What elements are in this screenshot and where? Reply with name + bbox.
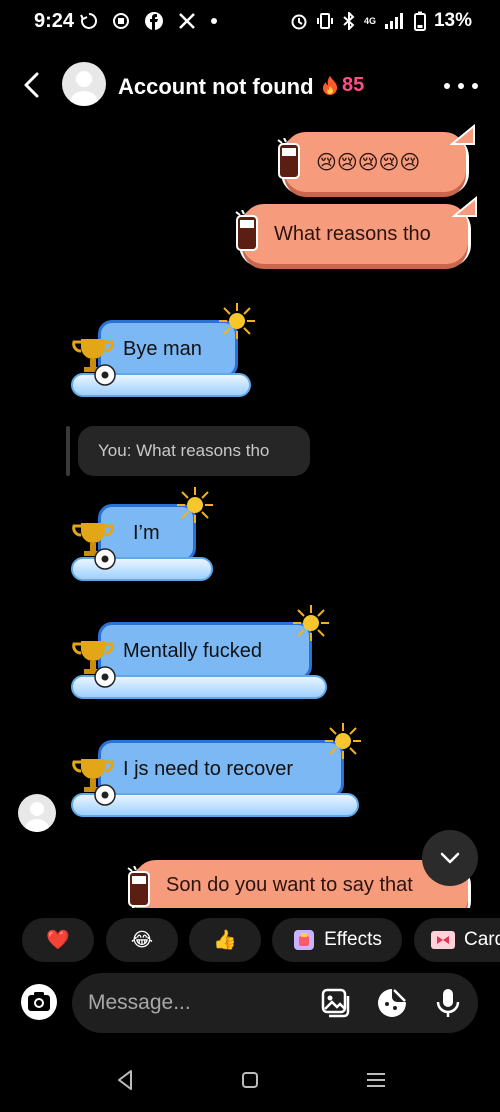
effects-button[interactable]: Effects — [272, 918, 402, 962]
voice-message-button[interactable] — [432, 987, 464, 1019]
sticker-button[interactable] — [376, 987, 408, 1019]
thumbs-up-icon: 👍 — [213, 930, 237, 951]
message-text: 😢😢😢😢😢 — [316, 151, 421, 174]
quick-reaction-heart[interactable]: ❤️ — [22, 918, 94, 962]
sun-icon — [325, 723, 361, 759]
streak-badge[interactable]: 85 — [320, 74, 364, 97]
facebook-icon — [145, 12, 163, 30]
quick-reaction-thumbs-up[interactable]: 👍 — [189, 918, 261, 962]
nav-recents-icon — [367, 1073, 385, 1087]
incoming-message[interactable]: I js need to recover — [71, 723, 361, 817]
x-logo-icon — [179, 13, 195, 29]
soda-can-icon — [127, 866, 150, 907]
quick-reactions-bar: ❤️ 😂 👍 Effects Card — [22, 918, 500, 962]
message-text: Mentally fucked — [123, 639, 262, 662]
trophy-ball-icon — [72, 641, 116, 688]
nav-recents-button[interactable] — [362, 1066, 390, 1094]
dot-icon — [211, 18, 217, 24]
trophy-ball-icon — [72, 523, 116, 570]
sun-icon — [219, 303, 255, 339]
message-input[interactable] — [88, 973, 308, 1033]
effects-label: Effects — [324, 929, 382, 950]
quick-reaction-laugh[interactable]: 😂 — [106, 918, 178, 962]
incoming-message[interactable]: Bye man — [71, 303, 255, 397]
outgoing-message[interactable]: What reasons tho — [235, 196, 477, 264]
card-label: Card — [464, 929, 500, 950]
sender-avatar[interactable] — [18, 794, 56, 832]
alarm-icon — [291, 14, 307, 30]
battery-percent: 13% — [433, 10, 472, 31]
status-time: 9:24 — [34, 10, 75, 32]
conversation-title[interactable]: Account not found — [118, 74, 314, 100]
card-button[interactable]: Card — [414, 918, 500, 962]
heart-icon: ❤️ — [46, 930, 70, 951]
sun-icon — [177, 487, 213, 523]
default-avatar-icon — [70, 71, 98, 106]
more-options-button[interactable] — [444, 74, 478, 98]
vibrate-icon — [316, 13, 333, 29]
reply-preview[interactable]: You: What reasons tho — [66, 426, 312, 476]
message-thread[interactable]: 😢😢😢😢😢 What reasons tho Bye man You: What… — [0, 118, 500, 908]
profile-avatar[interactable] — [62, 62, 106, 106]
soda-can-icon — [235, 210, 258, 251]
sun-icon — [293, 605, 329, 641]
outgoing-message[interactable]: Son do you want to say that — [127, 860, 468, 908]
message-text: What reasons tho — [274, 222, 431, 245]
bubble-corner-icon — [450, 124, 475, 145]
chat-header: Account not found 85 — [0, 58, 500, 114]
gallery-button[interactable] — [320, 987, 352, 1019]
nav-back-button[interactable] — [112, 1066, 140, 1094]
status-bar: 9:24 4G 13% — [0, 0, 500, 46]
effects-icon — [294, 930, 315, 950]
trophy-ball-icon — [72, 339, 116, 386]
microphone-icon — [436, 989, 460, 1017]
battery-icon — [413, 11, 426, 31]
back-button[interactable] — [18, 70, 48, 100]
back-arrow-icon — [24, 72, 39, 98]
outgoing-message[interactable]: 😢😢😢😢😢 — [277, 124, 475, 192]
chevron-down-icon — [440, 852, 460, 864]
status-right-group: 4G 13% — [290, 10, 472, 32]
bluetooth-icon — [343, 12, 355, 30]
screen-record-icon — [113, 13, 129, 29]
notification-icons — [80, 11, 218, 31]
incoming-message[interactable]: Mentally fucked — [71, 605, 329, 699]
nav-home-button[interactable] — [236, 1066, 264, 1094]
reply-preview-box: You: What reasons tho — [78, 426, 310, 476]
reply-indicator-bar — [66, 426, 70, 476]
card-icon — [431, 931, 455, 949]
default-avatar-icon — [25, 802, 49, 832]
fire-icon — [323, 75, 337, 95]
message-text: Son do you want to say that — [166, 874, 413, 896]
streak-count: 85 — [342, 74, 365, 96]
sticker-icon — [378, 989, 406, 1017]
nav-back-icon — [118, 1070, 132, 1090]
laughing-emoji-icon: 😂 — [130, 929, 154, 951]
trophy-ball-icon — [72, 759, 116, 806]
camera-icon — [21, 984, 57, 1020]
network-type: 4G — [363, 16, 376, 26]
message-composer — [72, 973, 478, 1033]
gallery-icon — [321, 988, 350, 1018]
nav-home-icon — [242, 1072, 258, 1088]
signal-icon — [384, 13, 403, 29]
incoming-message[interactable]: I’m — [71, 487, 213, 581]
scroll-to-bottom-button[interactable] — [422, 830, 478, 886]
bubble-corner-icon — [452, 196, 477, 217]
reply-preview-text: You: What reasons tho — [98, 441, 270, 460]
system-navigation-bar — [0, 1058, 500, 1102]
soda-can-icon — [277, 138, 300, 179]
sync-icon — [80, 13, 97, 29]
message-text: I js need to recover — [123, 757, 294, 780]
camera-button[interactable] — [20, 983, 58, 1021]
